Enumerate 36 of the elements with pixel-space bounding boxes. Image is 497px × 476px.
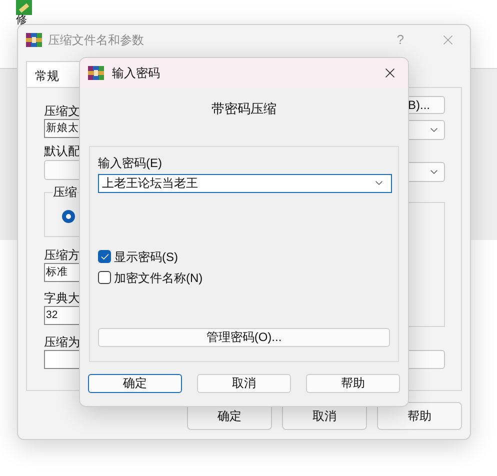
dialog-button[interactable]: 帮助 [306, 374, 400, 392]
checkbox-label: 加密文件名称(N) [114, 270, 203, 286]
archive-books-icon [88, 65, 104, 81]
dropdown-field[interactable] [408, 162, 445, 182]
tab[interactable]: 常规 [26, 61, 81, 87]
checkbox[interactable] [98, 271, 111, 284]
field-label: 压缩文 [44, 103, 81, 119]
desktop-icon-label: 修 [16, 16, 27, 25]
archive-books-icon [26, 32, 42, 48]
input-field[interactable] [44, 350, 81, 369]
dialog-button[interactable]: 确定 [88, 374, 182, 392]
input-field[interactable]: 新娘太 [44, 119, 81, 138]
input-field[interactable]: 标准 [44, 263, 81, 282]
input-field[interactable]: 32 [44, 306, 81, 325]
field-label: 压缩方 [44, 247, 81, 263]
group-label: 压缩 [53, 185, 77, 199]
checkbox-label: 显示密码(S) [114, 248, 178, 266]
dialog-button[interactable]: 取消 [197, 374, 291, 392]
field-label: 压缩为 [44, 334, 81, 350]
field-label: 输入密码(E) [98, 154, 163, 172]
check-icon [100, 252, 110, 262]
checkbox[interactable] [98, 250, 111, 263]
browse-button[interactable]: B)... [408, 96, 445, 114]
field-label: 字典大 [44, 290, 81, 306]
dialog-heading: 带密码压缩 [212, 100, 276, 118]
dialog-title: 输入密码 [112, 65, 160, 82]
radio-button[interactable] [62, 210, 75, 223]
dropdown-field[interactable] [44, 160, 81, 180]
field-label: 默认配 [44, 143, 81, 159]
desktop-app-icon[interactable] [16, 0, 32, 15]
dropdown-field[interactable] [408, 120, 445, 140]
dialog-button[interactable]: 帮助 [377, 402, 462, 430]
input-field[interactable] [408, 350, 445, 369]
manage-passwords-button[interactable]: 管理密码(O)... [98, 328, 390, 346]
password-field[interactable]: 上老王论坛当老王 [98, 174, 392, 192]
window-title: 压缩文件名和参数 [48, 32, 144, 49]
